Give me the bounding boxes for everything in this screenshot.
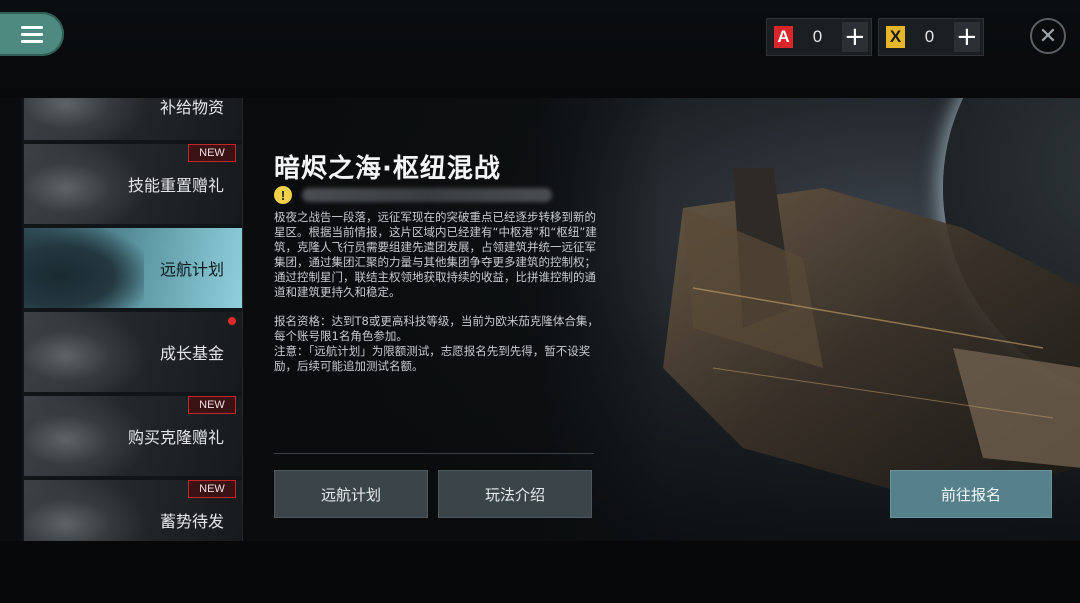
A-currency-icon: A <box>774 26 794 48</box>
currency-x: X 0 + <box>878 18 984 56</box>
warning-icon: ! <box>274 186 292 204</box>
register-button[interactable]: 前往报名 <box>890 470 1052 518</box>
supplies-thumbnail <box>24 98 144 140</box>
notification-dot <box>228 317 236 325</box>
sidebar-item-ready[interactable]: NEW 蓄势待发 <box>24 480 242 541</box>
gameplay-intro-button[interactable]: 玩法介绍 <box>438 470 592 518</box>
clone-gift-thumbnail <box>24 396 144 476</box>
hamburger-menu-icon <box>21 26 43 43</box>
sidebar-item-growth-fund[interactable]: 成长基金 <box>24 312 242 392</box>
close-button[interactable]: ✕ <box>1030 18 1066 54</box>
warning-row: ! <box>274 184 552 206</box>
sidebar-item-supplies[interactable]: 补给物资 <box>24 98 242 140</box>
event-title: 暗烬之海·枢纽混战 <box>274 154 501 184</box>
voyage-plan-thumbnail <box>24 228 144 308</box>
growth-fund-thumbnail <box>24 312 144 392</box>
currency-a-value: 0 <box>812 27 823 46</box>
sidebar-item-label: 蓄势待发 <box>159 512 224 531</box>
event-description: 极夜之战告一段落，远征军现在的突破重点已经逐步转移到新的星区。根据当前情报，这片… <box>274 210 602 388</box>
sidebar-item-label: 补给物资 <box>159 98 224 117</box>
top-bar: A 0 + X 0 + ✕ <box>0 0 1080 98</box>
main-area: 补给物资 NEW 技能重置赠礼 远航计划 成长基金 NEW 购买克隆赠礼 NEW… <box>0 98 1080 541</box>
add-currency-a-button[interactable]: + <box>841 22 868 52</box>
sidebar-item-label: 远航计划 <box>159 260 224 279</box>
menu-button[interactable] <box>0 12 64 56</box>
skill-reset-thumbnail <box>24 144 144 224</box>
sidebar-item-label: 技能重置赠礼 <box>127 176 224 195</box>
sidebar: 补给物资 NEW 技能重置赠礼 远航计划 成长基金 NEW 购买克隆赠礼 NEW… <box>22 98 243 541</box>
sidebar-item-voyage-plan[interactable]: 远航计划 <box>24 228 242 308</box>
add-currency-x-button[interactable]: + <box>953 22 980 52</box>
notice-text: 注意：「远航计划」为限额测试，志愿报名先到先得，暂不设奖励，后续可能追加测试名额… <box>274 344 591 373</box>
close-icon: ✕ <box>1038 23 1058 49</box>
divider <box>274 453 594 454</box>
voyage-plan-button[interactable]: 远航计划 <box>274 470 428 518</box>
X-currency-icon: X <box>886 26 906 48</box>
blurred-text <box>302 188 552 202</box>
sidebar-item-label: 成长基金 <box>159 344 224 363</box>
bottom-bar <box>0 541 1080 603</box>
spaceship-image <box>663 168 1080 498</box>
description-paragraph: 极夜之战告一段落，远征军现在的突破重点已经逐步转移到新的星区。根据当前情报，这片… <box>274 210 597 299</box>
eligibility-text: 报名资格：达到T8或更高科技等级，当前为欧米茄克隆体合集，每个账号限1名角色参加… <box>274 314 599 343</box>
currency-x-value: 0 <box>924 27 935 46</box>
currency-a: A 0 + <box>766 18 872 56</box>
sidebar-item-label: 购买克隆赠礼 <box>127 428 224 447</box>
ready-thumbnail <box>24 480 144 541</box>
sidebar-item-skill-reset[interactable]: NEW 技能重置赠礼 <box>24 144 242 224</box>
sidebar-item-clone-gift[interactable]: NEW 购买克隆赠礼 <box>24 396 242 476</box>
event-panel: 暗烬之海·枢纽混战 ! 极夜之战告一段落，远征军现在的突破重点已经逐步转移到新的… <box>243 98 1080 541</box>
